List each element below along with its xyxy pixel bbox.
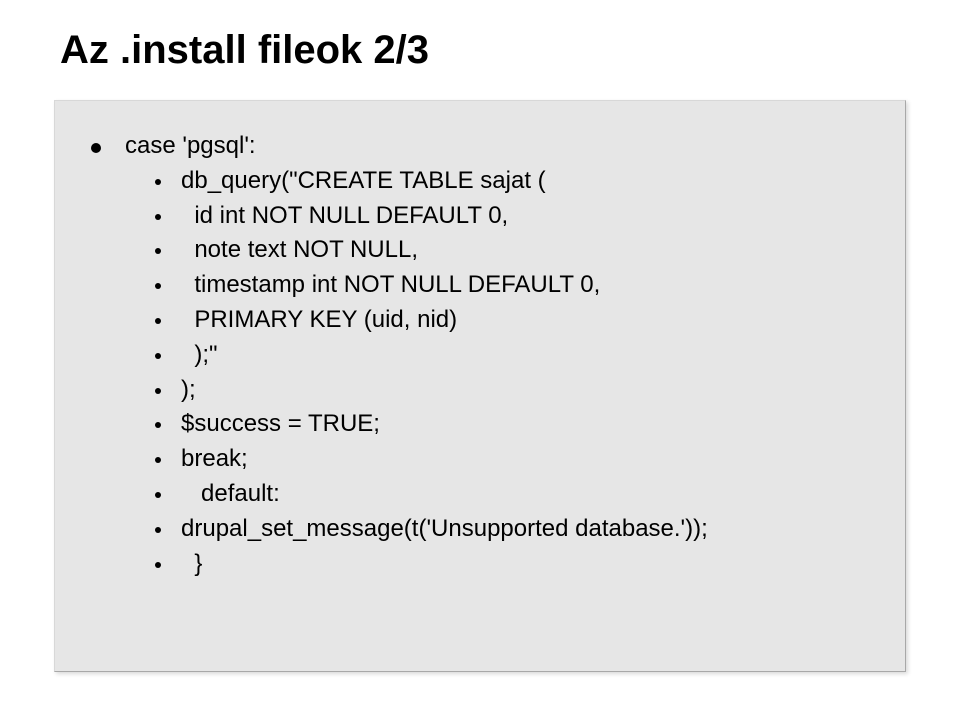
- code-line: timestamp int NOT NULL DEFAULT 0,: [181, 268, 600, 303]
- code-line: );: [181, 373, 196, 408]
- sub-bullet-dot-icon: [155, 457, 161, 463]
- code-line: $success = TRUE;: [181, 407, 380, 442]
- code-line: );": [181, 338, 218, 373]
- sub-bullet-dot-icon: [155, 283, 161, 289]
- bullet-dot-icon: [91, 143, 101, 153]
- sub-bullet-dot-icon: [155, 179, 161, 185]
- sub-item: }: [91, 547, 869, 582]
- sub-item: timestamp int NOT NULL DEFAULT 0,: [91, 268, 869, 303]
- code-line: id int NOT NULL DEFAULT 0,: [181, 199, 508, 234]
- sub-bullet-dot-icon: [155, 353, 161, 359]
- code-line: }: [181, 547, 202, 582]
- sub-item: );": [91, 338, 869, 373]
- sub-bullet-dot-icon: [155, 214, 161, 220]
- sub-bullet-dot-icon: [155, 562, 161, 568]
- sub-bullet-dot-icon: [155, 492, 161, 498]
- content-box: case 'pgsql': db_query("CREATE TABLE saj…: [54, 100, 906, 672]
- sub-bullet-dot-icon: [155, 318, 161, 324]
- sub-bullet-dot-icon: [155, 248, 161, 254]
- code-line: drupal_set_message(t('Unsupported databa…: [181, 512, 708, 547]
- sub-item: note text NOT NULL,: [91, 233, 869, 268]
- code-line: case 'pgsql':: [125, 129, 256, 164]
- sub-bullet-dot-icon: [155, 527, 161, 533]
- code-line: default:: [181, 477, 280, 512]
- sub-item: drupal_set_message(t('Unsupported databa…: [91, 512, 869, 547]
- sub-bullet-dot-icon: [155, 422, 161, 428]
- sub-item: PRIMARY KEY (uid, nid): [91, 303, 869, 338]
- code-line: PRIMARY KEY (uid, nid): [181, 303, 457, 338]
- sub-item: $success = TRUE;: [91, 407, 869, 442]
- sub-item: db_query("CREATE TABLE sajat (: [91, 164, 869, 199]
- sub-item: default:: [91, 477, 869, 512]
- code-line: break;: [181, 442, 248, 477]
- code-line: db_query("CREATE TABLE sajat (: [181, 164, 546, 199]
- slide-page: Az .install fileok 2/3 case 'pgsql': db_…: [0, 0, 959, 719]
- sub-bullet-dot-icon: [155, 388, 161, 394]
- slide-title: Az .install fileok 2/3: [60, 28, 429, 73]
- sub-item: break;: [91, 442, 869, 477]
- bullet-item: case 'pgsql':: [91, 129, 869, 164]
- sub-item: );: [91, 373, 869, 408]
- bullet-list: case 'pgsql': db_query("CREATE TABLE saj…: [55, 101, 905, 581]
- sub-item: id int NOT NULL DEFAULT 0,: [91, 199, 869, 234]
- code-line: note text NOT NULL,: [181, 233, 418, 268]
